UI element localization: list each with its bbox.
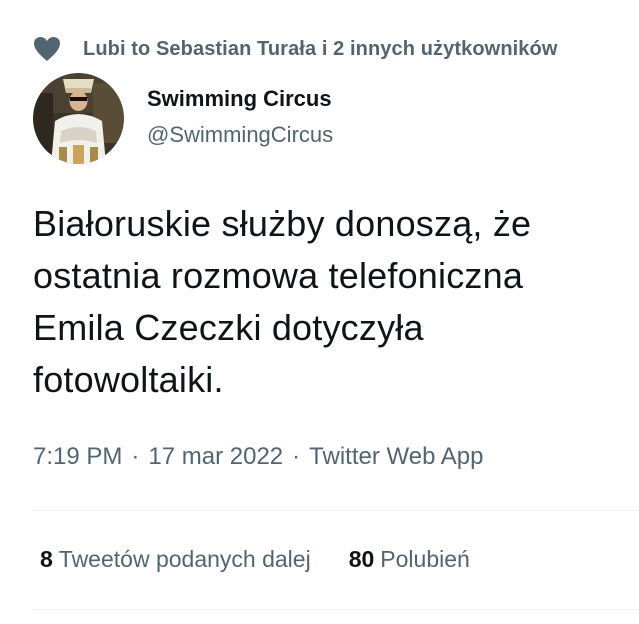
tweet-source[interactable]: Twitter Web App: [309, 443, 483, 471]
divider: [33, 609, 639, 610]
social-context-text[interactable]: Lubi to Sebastian Turała i 2 innych użyt…: [83, 38, 558, 61]
heart-icon: [34, 37, 60, 61]
divider: [33, 510, 639, 511]
retweets-label: Tweetów podanych dalej: [58, 546, 311, 572]
social-context[interactable]: Lubi to Sebastian Turała i 2 innych użyt…: [33, 36, 558, 62]
tweet-stats: 8 Tweetów podanych dalej 80 Polubień: [40, 546, 470, 573]
retweets-count: 8: [40, 546, 53, 572]
tweet-text-line: Białoruskie służby donoszą, że: [33, 203, 532, 244]
avatar[interactable]: [33, 73, 124, 164]
meta-separator: ·: [292, 443, 301, 470]
meta-separator: ·: [131, 443, 140, 470]
user-handle[interactable]: @SwimmingCircus: [147, 120, 333, 150]
tweet-text-line: ostatnia rozmowa telefoniczna: [33, 255, 524, 296]
tweet-text-line: fotowoltaiki.: [33, 359, 224, 400]
author-block[interactable]: Swimming Circus @SwimmingCircus: [147, 84, 333, 150]
retweets-stat[interactable]: 8 Tweetów podanych dalej: [40, 546, 311, 573]
likes-label: Polubień: [380, 546, 470, 572]
tweet-date[interactable]: 17 mar 2022: [148, 443, 283, 471]
tweet-text-line: Emila Czeczki dotyczyła: [33, 307, 424, 348]
likes-stat[interactable]: 80 Polubień: [349, 546, 470, 573]
likes-count: 80: [348, 546, 375, 572]
display-name[interactable]: Swimming Circus: [147, 84, 333, 114]
tweet-text: Białoruskie służby donoszą, że ostatnia …: [33, 198, 639, 406]
tweet-meta: 7:19 PM · 17 mar 2022 · Twitter Web App: [33, 443, 483, 471]
tweet-time[interactable]: 7:19 PM: [33, 443, 122, 471]
